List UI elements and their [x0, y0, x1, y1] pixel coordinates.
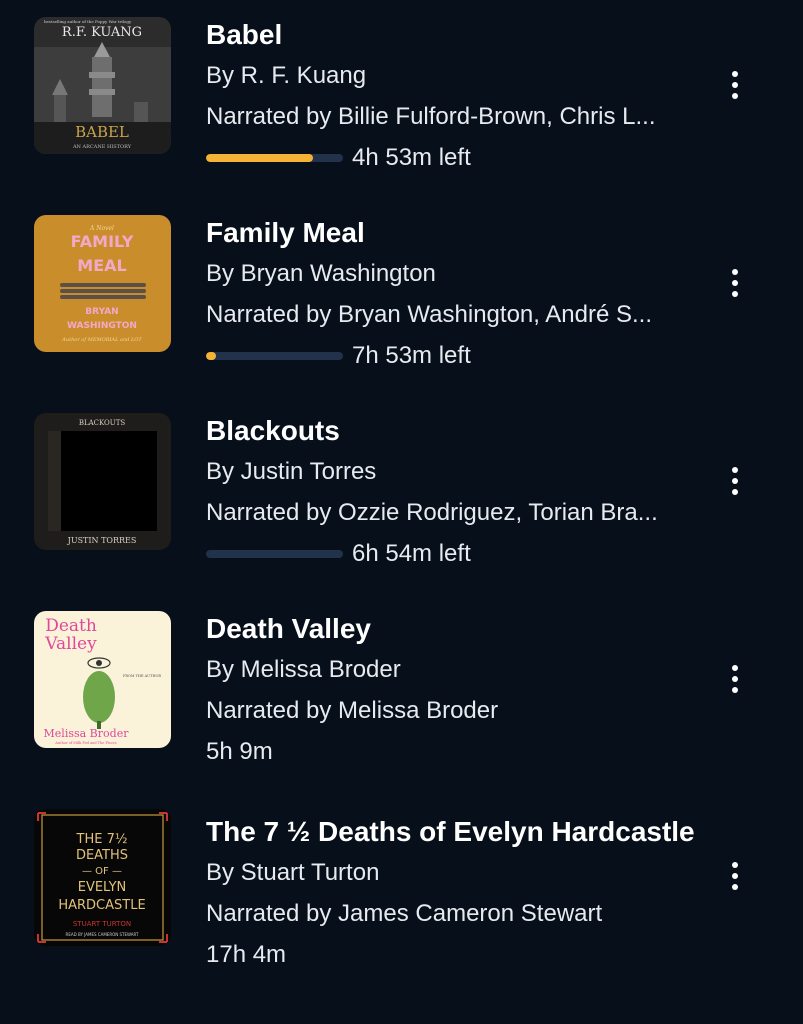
book-title: Death Valley [206, 613, 371, 644]
book-title: Family Meal [206, 217, 365, 248]
book-author: By R. F. Kuang [206, 62, 367, 89]
book-item-blackouts[interactable]: BLACKOUTS JUSTIN TORRES Blackouts By Jus… [0, 396, 803, 594]
time-remaining: 6h 54m left [352, 539, 471, 567]
evelyn-hardcastle-cover-art: THE 7½ DEATHS — OF — EVELYN HARDCASTLE S… [34, 809, 171, 946]
more-vertical-icon [732, 71, 738, 77]
book-author: By Justin Torres [206, 458, 377, 485]
book-info: Death Valley By Melissa Broder Narrated … [206, 611, 696, 772]
evelyn-cover-title2: DEATHS [76, 848, 128, 863]
book-item-babel[interactable]: bestselling author of the Poppy War tril… [0, 0, 803, 198]
family-meal-cover-title1: FAMILY [71, 232, 134, 251]
more-options-button[interactable] [716, 659, 754, 699]
blackouts-cover-art: BLACKOUTS JUSTIN TORRES [34, 413, 171, 550]
family-meal-cover-art: A Novel FAMILY MEAL BRYAN WASHINGTON Aut… [34, 215, 171, 352]
book-author: By Stuart Turton [206, 859, 380, 886]
book-info: Family Meal By Bryan Washington Narrated… [206, 215, 696, 376]
book-info: Babel By R. F. Kuang Narrated by Billie … [206, 17, 696, 178]
book-author: By Bryan Washington [206, 260, 436, 287]
more-options-button[interactable] [716, 263, 754, 303]
death-valley-cover-side: FROM THE AUTHOR [123, 674, 161, 678]
more-options-button[interactable] [716, 65, 754, 105]
more-options-button[interactable] [716, 461, 754, 501]
book-narrator: Narrated by Ozzie Rodriguez, Torian Bra.… [206, 499, 658, 526]
evelyn-cover-title1: THE 7½ [76, 832, 128, 847]
progress-row: 4h 53m left [206, 137, 696, 178]
book-cover-babel[interactable]: bestselling author of the Poppy War tril… [34, 17, 171, 154]
progress-bar [206, 549, 343, 558]
book-item-death-valley[interactable]: Death Valley FROM THE AUTHOR Melissa Bro… [0, 594, 803, 792]
book-info: The 7 ½ Deaths of Evelyn Hardcastle By S… [206, 814, 696, 975]
book-title: Blackouts [206, 415, 340, 446]
more-vertical-icon [732, 467, 738, 473]
book-narrator: Narrated by Bryan Washington, André S... [206, 301, 653, 328]
babel-cover-art: bestselling author of the Poppy War tril… [34, 17, 171, 154]
time-remaining: 4h 53m left [352, 143, 471, 171]
book-narrator: Narrated by James Cameron Stewart [206, 900, 603, 927]
family-meal-cover-top: A Novel [89, 225, 114, 232]
babel-cover-author: R.F. KUANG [62, 25, 142, 40]
family-meal-cover-author2: WASHINGTON [67, 321, 137, 331]
book-cover-death-valley[interactable]: Death Valley FROM THE AUTHOR Melissa Bro… [34, 611, 171, 748]
more-vertical-icon [732, 665, 738, 671]
book-info: Blackouts By Justin Torres Narrated by O… [206, 413, 696, 574]
death-valley-cover-art: Death Valley FROM THE AUTHOR Melissa Bro… [34, 611, 171, 748]
family-meal-cover-author1: BRYAN [85, 307, 118, 317]
family-meal-cover-tagline: Author of MEMORIAL and LOT [61, 337, 142, 343]
progress-bar [206, 351, 343, 360]
babel-cover-title: BABEL [75, 123, 129, 141]
book-cover-blackouts[interactable]: BLACKOUTS JUSTIN TORRES [34, 413, 171, 550]
book-item-evelyn-hardcastle[interactable]: THE 7½ DEATHS — OF — EVELYN HARDCASTLE S… [0, 792, 803, 1024]
evelyn-cover-title4: EVELYN [78, 880, 127, 895]
babel-cover-top: bestselling author of the Poppy War tril… [44, 19, 132, 24]
book-narrator: Narrated by Melissa Broder [206, 697, 499, 724]
death-valley-cover-author: Melissa Broder [44, 727, 130, 740]
death-valley-cover-tagline: Author of Milk Fed and The Pisces [54, 741, 116, 745]
more-vertical-icon [732, 269, 738, 275]
progress-row: 6h 54m left [206, 533, 696, 574]
blackouts-cover-author: JUSTIN TORRES [67, 536, 137, 545]
evelyn-cover-title3: — OF — [82, 866, 122, 877]
progress-bar-fill [206, 351, 216, 360]
death-valley-cover-title1: Death [45, 616, 97, 636]
progress-bar-fill [206, 153, 313, 162]
book-title: The 7 ½ Deaths of Evelyn Hardcastle [206, 816, 695, 847]
book-item-family-meal[interactable]: A Novel FAMILY MEAL BRYAN WASHINGTON Aut… [0, 198, 803, 396]
progress-bar [206, 153, 343, 162]
book-narrator: Narrated by Billie Fulford-Brown, Chris … [206, 103, 656, 130]
death-valley-cover-title2: Valley [44, 634, 97, 654]
book-author: By Melissa Broder [206, 656, 401, 683]
evelyn-cover-title5: HARDCASTLE [58, 898, 145, 913]
progress-row: 7h 53m left [206, 335, 696, 376]
blackouts-cover-title: BLACKOUTS [79, 419, 126, 427]
more-vertical-icon [732, 862, 738, 868]
time-remaining: 7h 53m left [352, 341, 471, 369]
book-duration: 17h 4m [206, 941, 287, 968]
evelyn-cover-author: STUART TURTON [73, 920, 131, 928]
evelyn-cover-narrator: READ BY JAMES CAMERON STEWART [66, 932, 139, 937]
book-title: Babel [206, 19, 283, 50]
more-options-button[interactable] [716, 856, 754, 896]
book-duration: 5h 9m [206, 738, 273, 765]
book-cover-evelyn-hardcastle[interactable]: THE 7½ DEATHS — OF — EVELYN HARDCASTLE S… [34, 809, 171, 946]
family-meal-cover-title2: MEAL [77, 256, 126, 275]
book-cover-family-meal[interactable]: A Novel FAMILY MEAL BRYAN WASHINGTON Aut… [34, 215, 171, 352]
babel-cover-subtitle: AN ARCANE HISTORY [72, 144, 132, 150]
